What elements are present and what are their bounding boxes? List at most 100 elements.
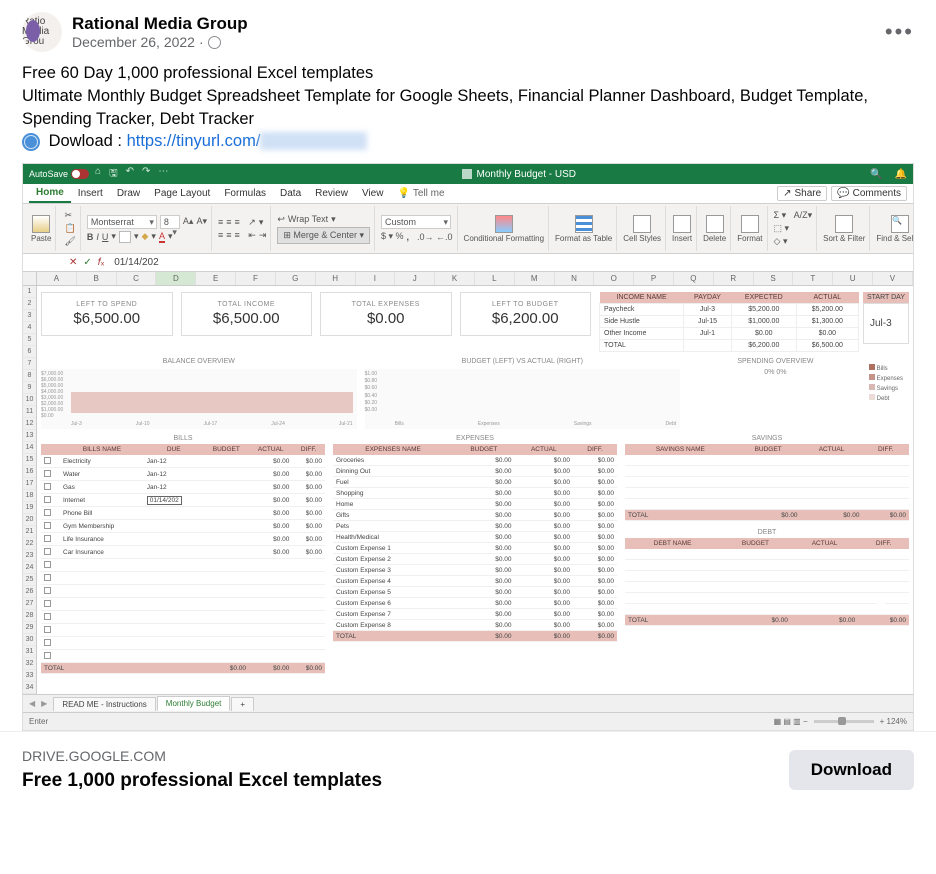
merge-center-button[interactable]: ⊞ Merge & Center ▾ (277, 227, 370, 244)
start-day-card: START DAY Jul-3 (863, 292, 909, 352)
search-icon[interactable]: 🔍 (870, 169, 882, 180)
zoom-level[interactable]: 124% (887, 717, 907, 726)
avatar[interactable]: Ratio Media Grou (22, 12, 62, 52)
zoom-slider[interactable] (814, 720, 874, 723)
bell-icon[interactable]: 🔔 (895, 169, 907, 180)
globe-icon[interactable] (208, 36, 221, 49)
status-mode: Enter (29, 717, 48, 726)
sheet-nav-prev[interactable]: ◀ (29, 699, 35, 708)
confirm-icon[interactable]: ✓ (83, 257, 91, 268)
checkbox[interactable] (44, 470, 51, 477)
cell-styles-button[interactable]: Cell Styles (623, 215, 661, 243)
zoom-out[interactable]: − (803, 717, 808, 726)
card-left-to-spend: LEFT TO SPEND$6,500.00 (41, 292, 173, 336)
wrap-text[interactable]: Wrap Text (288, 214, 328, 224)
font-select[interactable]: Montserrat (87, 215, 157, 229)
globe-icon (22, 133, 40, 151)
tab-view[interactable]: View (355, 185, 391, 202)
checkbox[interactable] (44, 626, 51, 633)
checkbox[interactable] (44, 496, 51, 503)
sheet-content[interactable]: LEFT TO SPEND$6,500.00 TOTAL INCOME$6,50… (37, 286, 913, 694)
tab-insert[interactable]: Insert (71, 185, 110, 202)
number-format[interactable]: Custom (381, 215, 451, 229)
sound-icon[interactable] (873, 591, 897, 618)
checkbox[interactable] (44, 587, 51, 594)
column-headers: ABCDEFGHIJKLMNOPQRSTUV (23, 272, 913, 286)
card-left-to-budget: LEFT TO BUDGET$6,200.00 (460, 292, 592, 336)
checkbox[interactable] (44, 639, 51, 646)
tab-home[interactable]: Home (29, 184, 71, 203)
download-button[interactable]: Download (789, 750, 914, 790)
tab-draw[interactable]: Draw (110, 185, 147, 202)
font-size-select[interactable]: 8 (160, 215, 180, 229)
tab-page-layout[interactable]: Page Layout (147, 185, 217, 202)
paste-button[interactable]: Paste (31, 215, 51, 243)
download-link[interactable]: https://tinyurl.com/ (127, 132, 261, 150)
checkbox[interactable] (44, 522, 51, 529)
post-date: December 26, 2022 · (72, 34, 875, 50)
checkbox[interactable] (44, 483, 51, 490)
zoom-in[interactable]: + (880, 717, 885, 726)
find-select-button[interactable]: 🔍Find & Select (876, 215, 913, 243)
tell-me[interactable]: Tell me (413, 188, 445, 199)
delete-button[interactable]: Delete (703, 215, 726, 243)
link-preview[interactable]: DRIVE.GOOGLE.COM Free 1,000 professional… (0, 731, 936, 816)
sheet-tab-budget[interactable]: Monthly Budget (157, 696, 231, 711)
undo-icon[interactable]: ↶ (126, 166, 134, 183)
checkbox[interactable] (44, 561, 51, 568)
view-page-icon[interactable]: ▤ (783, 717, 791, 726)
doc-title: Monthly Budget - USD (476, 169, 576, 180)
cancel-icon[interactable]: ✕ (69, 257, 77, 268)
excel-screenshot: AutoSave ⌂ 🖫 ↶ ↷ ⋯ Monthly Budget - USD … (22, 163, 914, 731)
ribbon-tabs: Home Insert Draw Page Layout Formulas Da… (23, 184, 913, 204)
sort-filter-button[interactable]: Sort & Filter (823, 215, 865, 243)
autosave-label: AutoSave (29, 169, 68, 179)
card-total-income: TOTAL INCOME$6,500.00 (181, 292, 313, 336)
savings-debt-section: SAVINGS SAVINGS NAMEBUDGETACTUALDIFF. TO… (625, 435, 909, 674)
tab-data[interactable]: Data (273, 185, 308, 202)
share-button[interactable]: ↗Share (777, 186, 827, 201)
checkbox[interactable] (44, 535, 51, 542)
tab-review[interactable]: Review (308, 185, 355, 202)
format-button[interactable]: Format (737, 215, 762, 243)
row-headers: 1234567891011121314151617181920212223242… (23, 286, 37, 694)
author-name[interactable]: Rational Media Group (72, 14, 875, 34)
view-break-icon[interactable]: ▥ (793, 717, 801, 726)
checkbox[interactable] (44, 457, 51, 464)
cond-format-button[interactable]: Conditional Formatting (464, 215, 544, 243)
more-button[interactable]: ••• (885, 19, 914, 45)
formula-input[interactable]: 01/14/202 (110, 257, 913, 268)
sheet-tab-add[interactable]: + (231, 697, 254, 711)
checkbox[interactable] (44, 548, 51, 555)
checkbox[interactable] (44, 600, 51, 607)
active-cell[interactable]: 01/14/202 (147, 496, 182, 505)
sheet-nav-next[interactable]: ▶ (41, 699, 47, 708)
more-icon[interactable]: ⋯ (158, 166, 168, 183)
tab-formulas[interactable]: Formulas (217, 185, 273, 202)
bills-section: BILLS BILLS NAMEDUEBUDGETACTUALDIFF. Ele… (41, 435, 325, 674)
save-icon[interactable]: 🖫 (109, 166, 118, 183)
chart-spending: SPENDING OVERVIEW 0% 0% Bills Expenses S… (688, 358, 909, 429)
link-source: DRIVE.GOOGLE.COM (22, 748, 382, 764)
comments-button[interactable]: 💬Comments (831, 186, 907, 201)
link-title: Free 1,000 professional Excel templates (22, 770, 382, 792)
excel-titlebar: AutoSave ⌂ 🖫 ↶ ↷ ⋯ Monthly Budget - USD … (23, 164, 913, 184)
checkbox[interactable] (44, 652, 51, 659)
sheet-tab-readme[interactable]: READ ME - Instructions (53, 697, 155, 711)
post-body: Free 60 Day 1,000 professional Excel tem… (22, 62, 914, 153)
home-icon[interactable]: ⌂ (95, 166, 101, 183)
card-total-expenses: TOTAL EXPENSES$0.00 (320, 292, 452, 336)
view-normal-icon[interactable]: ▦ (774, 717, 782, 726)
fx-icon[interactable]: 𝑓ₓ (98, 257, 104, 268)
chart-budget-actual: BUDGET (LEFT) VS ACTUAL (RIGHT) $1.00$0.… (365, 358, 681, 429)
sheet-tabs: ◀ ▶ READ ME - Instructions Monthly Budge… (23, 694, 913, 712)
checkbox[interactable] (44, 574, 51, 581)
autosave-toggle[interactable] (71, 169, 89, 179)
checkbox[interactable] (44, 509, 51, 516)
redo-icon[interactable]: ↷ (142, 166, 150, 183)
expenses-section: EXPENSES EXPENSES NAMEBUDGETACTUALDIFF. … (333, 435, 617, 674)
format-table-button[interactable]: Format as Table (555, 215, 612, 243)
post-header: Ratio Media Grou Rational Media Group De… (22, 12, 914, 52)
checkbox[interactable] (44, 613, 51, 620)
insert-button[interactable]: Insert (672, 215, 692, 243)
